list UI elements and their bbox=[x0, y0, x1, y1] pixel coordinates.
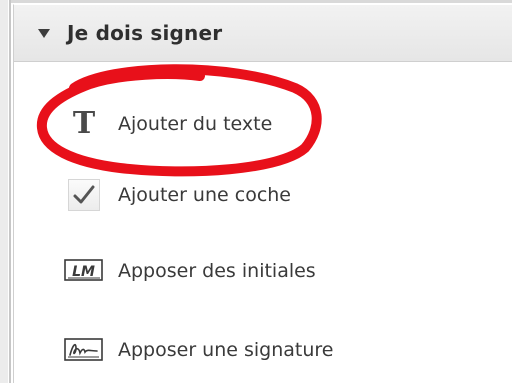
add-checkmark-item[interactable]: Ajouter une coche bbox=[14, 175, 434, 215]
add-initials-item[interactable]: LM Apposer des initiales bbox=[14, 251, 434, 291]
panel-header-je-dois-signer[interactable]: Je dois signer bbox=[13, 4, 512, 62]
text-t-icon: T bbox=[72, 106, 96, 141]
add-text-label: Ajouter du texte bbox=[118, 113, 273, 135]
add-initials-label: Apposer des initiales bbox=[118, 260, 316, 282]
left-pane-edge bbox=[0, 0, 8, 383]
checkmark-icon bbox=[64, 177, 104, 213]
add-checkmark-label: Ajouter une coche bbox=[118, 184, 291, 206]
panel-body: T Ajouter du texte Ajouter une coche LM bbox=[13, 62, 512, 383]
initials-icon: LM bbox=[64, 253, 104, 289]
sign-panel-window: Je dois signer T Ajouter du texte Ajoute… bbox=[0, 0, 512, 383]
panel-title: Je dois signer bbox=[67, 21, 223, 45]
panel-top-border bbox=[11, 0, 512, 3]
signature-icon bbox=[64, 332, 104, 368]
triangle-down-icon[interactable] bbox=[38, 28, 50, 38]
add-signature-item[interactable]: Apposer une signature bbox=[14, 330, 434, 370]
pane-divider[interactable] bbox=[9, 0, 11, 383]
add-signature-label: Apposer une signature bbox=[118, 339, 334, 361]
add-text-item[interactable]: T Ajouter du texte bbox=[14, 104, 434, 144]
